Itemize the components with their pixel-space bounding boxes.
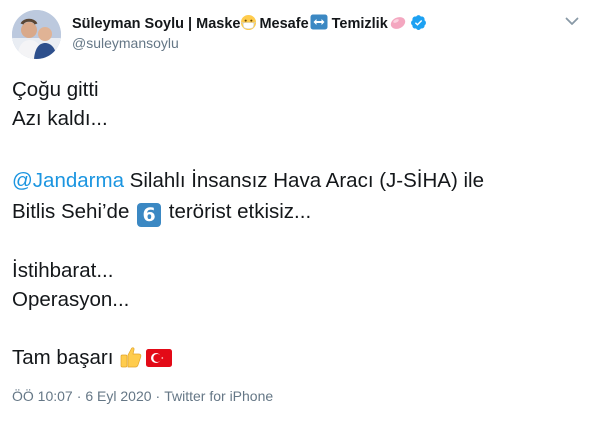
tweet-date-link[interactable]: 6 Eyl 2020 (85, 388, 151, 404)
author-name-part-1: Süleyman Soylu | Maske (72, 16, 241, 32)
tweet-text-line: Azı kaldı... (12, 107, 108, 130)
face-with-medical-mask-icon (240, 14, 257, 35)
separator-dot: · (76, 388, 82, 404)
tweet-text-line: Bitlis Sehi’de 6 terörist etkisiz... (12, 199, 311, 227)
verified-badge-icon (410, 14, 427, 35)
tweet-text: Bitlis Sehi’de (12, 200, 136, 223)
left-right-arrow-icon (310, 14, 328, 34)
soap-icon (389, 14, 407, 34)
chevron-down-icon[interactable] (563, 14, 581, 28)
thumbs-up-icon (119, 345, 143, 376)
tweet-source-link[interactable]: Twitter for iPhone (164, 388, 273, 404)
tweet-text-line: Tam başarı (12, 345, 173, 376)
tweet-text-line: @Jandarma Silahlı İnsansız Hava Aracı (J… (12, 168, 484, 194)
tweet-text: Silahlı İnsansız Hava Aracı (J-SİHA) ile (123, 169, 484, 192)
tweet-card: Süleyman Soylu | Maske Mesafe Temizlik @… (0, 0, 593, 426)
tweet-text-line: İstihbarat... (12, 259, 114, 282)
author-name-part-2: Mesafe (259, 16, 309, 32)
tweet-text: Tam başarı (12, 346, 120, 369)
tweet-time-link[interactable]: ÖÖ 10:07 (12, 388, 73, 404)
tweet-text-line: Operasyon... (12, 288, 130, 311)
author-name-part-3: Temizlik (331, 16, 388, 32)
keycap-digit: 6 (137, 203, 162, 227)
author-handle[interactable]: @suleymansoylu (72, 35, 179, 51)
tweet-text: terörist etkisiz... (163, 200, 312, 223)
tweet-meta: ÖÖ 10:07 · 6 Eyl 2020 · Twitter for iPho… (12, 388, 273, 404)
avatar[interactable] (12, 10, 61, 59)
mention-link[interactable]: @Jandarma (12, 169, 124, 192)
author-name[interactable]: Süleyman Soylu | Maske Mesafe Temizlik (72, 14, 427, 34)
separator-dot: · (155, 388, 161, 404)
tweet-text-line: Çoğu gitti (12, 78, 99, 101)
turkey-flag-icon (146, 348, 173, 375)
